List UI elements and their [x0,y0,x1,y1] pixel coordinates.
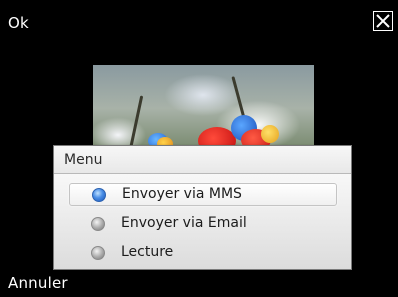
close-icon [376,14,390,28]
radio-selected-icon [92,188,106,202]
menu-item-play[interactable]: Lecture [69,242,337,265]
photo-bird [261,125,279,143]
close-button[interactable] [373,11,393,31]
menu-item-label: Envoyer via Email [121,215,247,231]
ok-softkey[interactable]: Ok [8,14,29,32]
menu-item-send-mms[interactable]: Envoyer via MMS [69,183,337,206]
radio-unselected-icon [91,246,105,260]
menu-item-send-email[interactable]: Envoyer via Email [69,213,337,236]
menu-item-label: Lecture [121,244,174,260]
menu-title: Menu [64,152,103,168]
menu-item-label: Envoyer via MMS [122,186,242,202]
radio-unselected-icon [91,217,105,231]
menu-header: Menu [54,146,351,174]
options-menu: Menu Envoyer via MMS Envoyer via Email L… [53,145,352,270]
cancel-softkey[interactable]: Annuler [8,274,68,292]
